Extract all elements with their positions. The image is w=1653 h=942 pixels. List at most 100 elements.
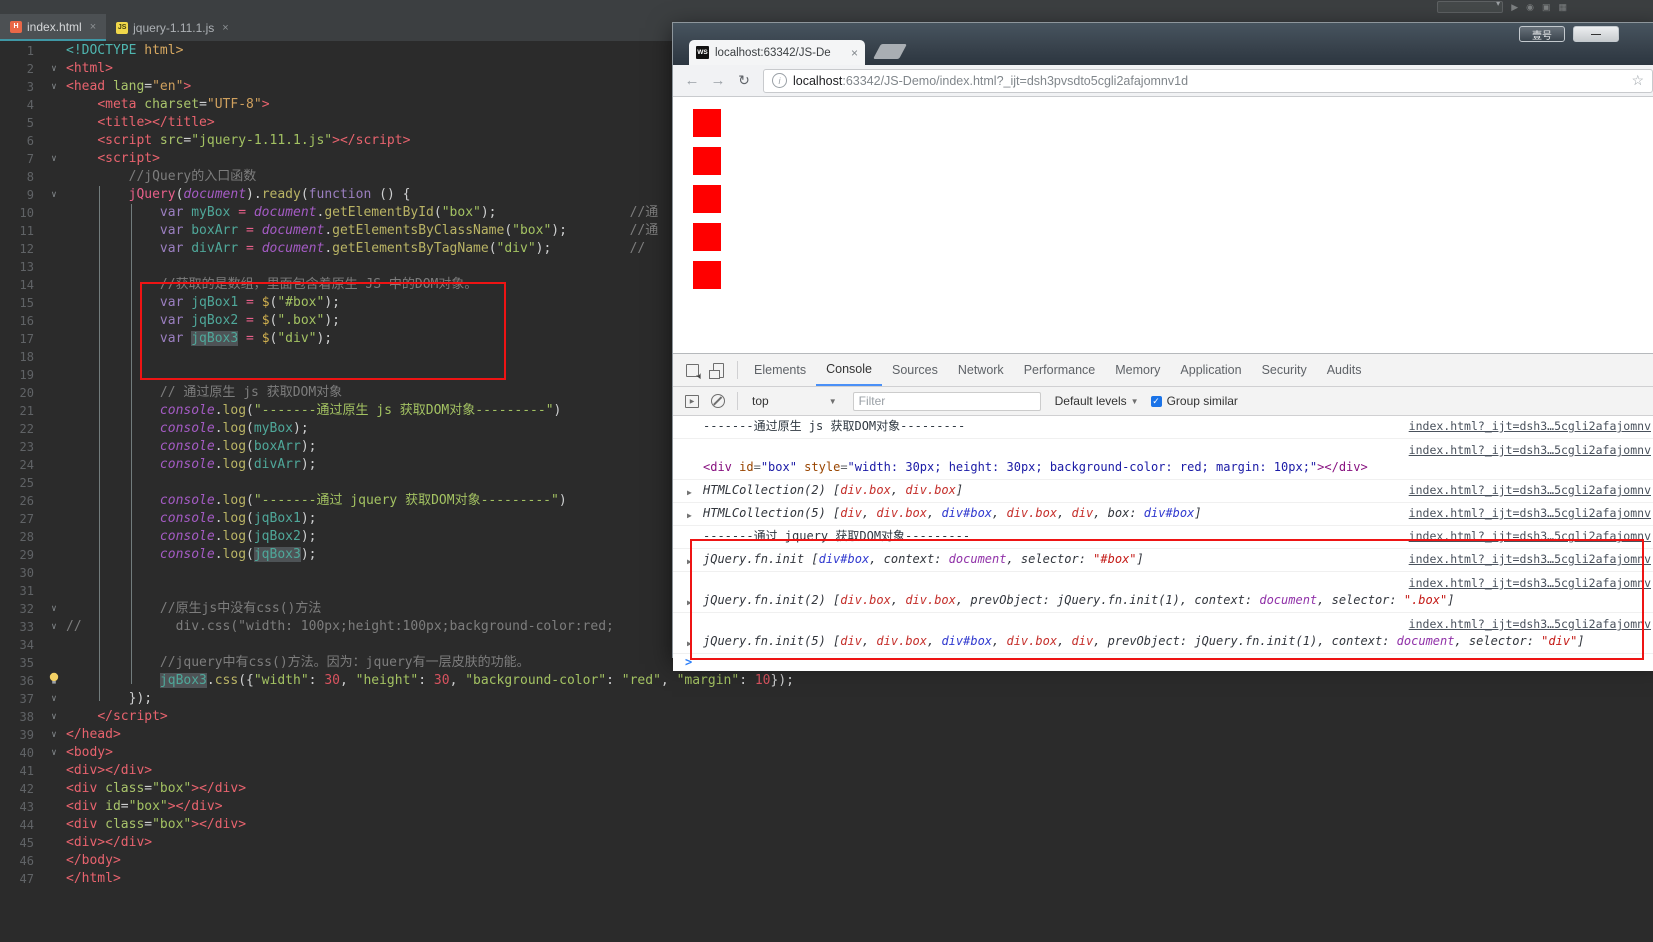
ide-top-toolbar: ▶ ◉ ▣ ▦ bbox=[0, 0, 1653, 14]
devtools-tab-memory[interactable]: Memory bbox=[1105, 354, 1170, 386]
clear-console-icon[interactable] bbox=[705, 391, 731, 411]
red-box bbox=[693, 185, 721, 213]
divider bbox=[737, 392, 738, 410]
devtools-tab-elements[interactable]: Elements bbox=[744, 354, 816, 386]
devtools-tabbar: ElementsConsoleSourcesNetworkPerformance… bbox=[673, 354, 1653, 387]
expand-arrow-icon[interactable]: ▶ bbox=[687, 485, 692, 500]
log-levels-dropdown[interactable]: Default levels ▼ bbox=[1055, 394, 1139, 408]
console-row: -------通过原生 js 获取DOM对象--------- index.htm… bbox=[673, 416, 1653, 439]
new-tab-button[interactable] bbox=[873, 44, 907, 59]
console-row: index.html?_ijt=dsh3…5cgli2afajomnv <div … bbox=[673, 439, 1653, 480]
code-line: 46 </body> bbox=[19, 853, 121, 868]
group-similar-checkbox[interactable]: ✓ bbox=[1150, 395, 1162, 407]
indent-guide bbox=[131, 204, 132, 684]
console-message: ▶ HTMLCollection(2) [div.box, div.box] ind… bbox=[673, 480, 1653, 502]
execution-context-dropdown[interactable]: top ▼ bbox=[752, 394, 837, 408]
red-box bbox=[693, 223, 721, 251]
close-tab-icon[interactable]: × bbox=[222, 22, 228, 34]
context-label: top bbox=[752, 394, 769, 408]
editor-tab-index-html[interactable]: H index.html × bbox=[0, 14, 107, 41]
devtools-tab-audits[interactable]: Audits bbox=[1317, 354, 1372, 386]
console-annotation-rectangle bbox=[690, 539, 1644, 660]
html-file-icon: H bbox=[10, 20, 22, 33]
url-text[interactable]: localhost:63342/JS-Demo/index.html?_ijt=… bbox=[793, 74, 1625, 88]
code-line: 37 ∨ }); bbox=[19, 691, 153, 706]
js-file-icon: JS bbox=[116, 21, 129, 34]
run-icon[interactable]: ▶ bbox=[1511, 2, 1518, 12]
editor-tab-jquery[interactable]: JS jquery-1.11.1.js × bbox=[106, 14, 239, 41]
chevron-down-icon: ▼ bbox=[828, 396, 837, 406]
console-message: <div id="box" style="width: 30px; height… bbox=[703, 460, 1368, 474]
intention-bulb-icon bbox=[42, 672, 66, 690]
debug-icon[interactable]: ◉ bbox=[1526, 2, 1534, 12]
run-configuration-dropdown[interactable] bbox=[1437, 0, 1504, 13]
chevron-down-icon: ▼ bbox=[1130, 396, 1139, 406]
code-line: 36 jqBox3.css({"width": 30, "height": 30… bbox=[19, 672, 794, 690]
console-sidebar-icon[interactable]: ▶ bbox=[679, 391, 705, 411]
address-bar[interactable]: i localhost:63342/JS-Demo/index.html?_ij… bbox=[763, 68, 1653, 93]
red-box bbox=[693, 147, 721, 175]
profiler-icon[interactable]: ▦ bbox=[1558, 2, 1567, 12]
reload-icon[interactable]: ↻ bbox=[733, 72, 755, 89]
close-tab-icon[interactable]: × bbox=[851, 46, 858, 60]
red-box bbox=[693, 261, 721, 289]
console-filter-input[interactable] bbox=[852, 391, 1041, 411]
devtools-tab-sources[interactable]: Sources bbox=[882, 354, 948, 386]
console-message: ▶ HTMLCollection(5) [div, div.box, div#bo… bbox=[673, 503, 1653, 525]
console-message: -------通过原生 js 获取DOM对象--------- index.htm… bbox=[703, 419, 1651, 434]
editor-tab-label: index.html bbox=[27, 19, 82, 34]
divider bbox=[737, 361, 738, 379]
devtools-tab-network[interactable]: Network bbox=[948, 354, 1014, 386]
minimize-window-button[interactable]: — bbox=[1573, 26, 1619, 42]
page-info-icon[interactable]: i bbox=[772, 73, 787, 88]
console-toolbar: ▶ top ▼ Default levels ▼ ✓ Group similar bbox=[673, 387, 1653, 416]
url-path: :63342/JS-Demo/index.html?_ijt=dsh3pvsdt… bbox=[842, 73, 1189, 88]
browser-tab[interactable]: WS localhost:63342/JS-De × bbox=[689, 40, 865, 65]
url-host: localhost bbox=[793, 73, 843, 88]
back-icon[interactable]: ← bbox=[681, 72, 703, 89]
browser-titlebar[interactable]: WS localhost:63342/JS-De × 壹号 — bbox=[673, 23, 1653, 65]
code-line: 44 <div class="box"></div> bbox=[19, 817, 247, 832]
console-source-link[interactable]: index.html?_ijt=dsh3…5cgli2afajomnv bbox=[1409, 443, 1651, 457]
editor-annotation-rectangle bbox=[140, 282, 506, 380]
console-source-line: index.html?_ijt=dsh3…5cgli2afajomnv bbox=[673, 439, 1653, 457]
viewport-boxes bbox=[673, 109, 1653, 289]
code-line: 42 <div class="box"></div> bbox=[19, 781, 247, 796]
levels-label: Default levels bbox=[1054, 394, 1127, 408]
console-source-link[interactable]: index.html?_ijt=dsh3…5cgli2afajomnv bbox=[1409, 483, 1651, 498]
inspect-element-icon[interactable] bbox=[679, 360, 705, 380]
coverage-icon[interactable]: ▣ bbox=[1542, 2, 1551, 12]
devtools-tab-security[interactable]: Security bbox=[1252, 354, 1317, 386]
code-line: 43 <div id="box"></div> bbox=[19, 799, 223, 814]
code-line: 40 ∨ <body> bbox=[19, 745, 113, 760]
forward-icon[interactable]: → bbox=[707, 72, 729, 89]
red-box bbox=[693, 109, 721, 137]
browser-tab-title: localhost:63342/JS-De bbox=[715, 46, 831, 59]
console-source-link[interactable]: index.html?_ijt=dsh3…5cgli2afajomnv bbox=[1409, 419, 1651, 434]
code-line: 41 <div></div> bbox=[19, 763, 153, 778]
devtools-tabs: Elements Console Sources Network Performance… bbox=[744, 354, 1371, 386]
devtools-tab-performance[interactable]: Performance bbox=[1014, 354, 1106, 386]
browser-toolbar: ← → ↻ i localhost:63342/JS-Demo/index.ht… bbox=[673, 65, 1653, 97]
editor-tab-label: jquery-1.11.1.js bbox=[133, 20, 215, 35]
screen: { "ide": { "window_tabs": [ {"label": "i… bbox=[0, 0, 1653, 942]
console-row: ▶ HTMLCollection(2) [div.box, div.box] ind… bbox=[673, 480, 1653, 503]
group-similar-label: Group similar bbox=[1166, 394, 1238, 408]
console-row: ▶ HTMLCollection(5) [div, div.box, div#bo… bbox=[673, 503, 1653, 526]
indent-guide bbox=[99, 186, 100, 701]
page-viewport bbox=[673, 97, 1653, 353]
devtools-tab-console[interactable]: Console bbox=[816, 354, 882, 386]
bookmark-star-icon[interactable]: ☆ bbox=[1631, 72, 1644, 89]
expand-arrow-icon[interactable]: ▶ bbox=[687, 508, 692, 523]
close-tab-icon[interactable]: × bbox=[90, 21, 96, 33]
code-line: 45 <div></div> bbox=[19, 835, 153, 850]
devtools-tab-application[interactable]: Application bbox=[1170, 354, 1251, 386]
console-source-link[interactable]: index.html?_ijt=dsh3…5cgli2afajomnv bbox=[1409, 506, 1651, 521]
device-toolbar-icon[interactable] bbox=[705, 360, 731, 380]
code-line: 47 </html> bbox=[19, 871, 121, 886]
webstorm-favicon: WS bbox=[696, 46, 709, 59]
profile-badge-button[interactable]: 壹号 bbox=[1519, 26, 1565, 42]
code-line: 38 ∨ </script> bbox=[19, 709, 168, 724]
code-line: 39 ∨ </head> bbox=[19, 727, 121, 742]
browser-window: WS localhost:63342/JS-De × 壹号 — ← → ↻ i … bbox=[672, 22, 1653, 671]
